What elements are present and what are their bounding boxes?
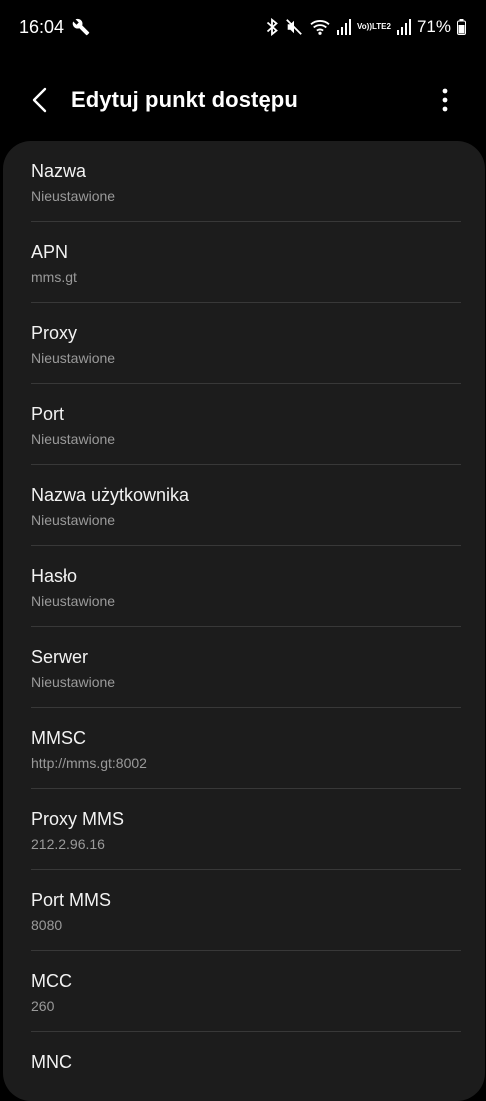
field-label: MCC bbox=[31, 971, 72, 991]
field-mms-proxy[interactable]: Proxy MMS 212.2.96.16 bbox=[3, 789, 485, 870]
field-value: Nieustawione bbox=[31, 350, 116, 366]
field-value: Nieustawione bbox=[31, 188, 116, 204]
field-label: Nazwa bbox=[31, 161, 87, 181]
field-label: Port bbox=[31, 404, 65, 424]
field-label: APN bbox=[31, 242, 69, 262]
status-time: 16:04 bbox=[19, 16, 65, 37]
settings-card: Nazwa Nieustawione APN mms.gt Proxy Nieu… bbox=[3, 141, 485, 1101]
more-options-button[interactable] bbox=[428, 84, 462, 120]
field-mcc[interactable]: MCC 260 bbox=[3, 951, 485, 1032]
field-value: 8080 bbox=[31, 917, 63, 933]
field-mmsc[interactable]: MMSC http://mms.gt:8002 bbox=[3, 708, 485, 789]
page-title: Edytuj punkt dostępu bbox=[71, 87, 298, 112]
field-value: Nieustawione bbox=[31, 431, 116, 447]
wifi-icon bbox=[309, 18, 331, 36]
app-bar: Edytuj punkt dostępu bbox=[0, 70, 486, 132]
field-value: Nieustawione bbox=[31, 593, 116, 609]
field-value: mms.gt bbox=[31, 269, 77, 285]
field-nazwa[interactable]: Nazwa Nieustawione bbox=[3, 141, 485, 222]
back-arrow-icon bbox=[31, 87, 49, 118]
signal-icon bbox=[337, 19, 352, 35]
field-server[interactable]: Serwer Nieustawione bbox=[3, 627, 485, 708]
field-value: Nieustawione bbox=[31, 512, 116, 528]
back-button[interactable] bbox=[22, 84, 58, 120]
field-username[interactable]: Nazwa użytkownika Nieustawione bbox=[3, 465, 485, 546]
field-password[interactable]: Hasło Nieustawione bbox=[3, 546, 485, 627]
field-label: MMSC bbox=[31, 728, 86, 748]
bluetooth-icon bbox=[265, 18, 279, 36]
mute-icon bbox=[285, 18, 303, 36]
field-label: Serwer bbox=[31, 647, 89, 667]
field-label: Proxy MMS bbox=[31, 809, 125, 829]
more-options-icon bbox=[442, 88, 448, 117]
status-bar-left: 16:04 bbox=[19, 17, 90, 38]
field-label: Proxy bbox=[31, 323, 78, 343]
signal-icon bbox=[396, 19, 411, 35]
lte-label: LTE2 bbox=[372, 22, 391, 31]
battery-percent: 71% bbox=[416, 17, 451, 36]
field-proxy[interactable]: Proxy Nieustawione bbox=[3, 303, 485, 384]
wrench-icon bbox=[72, 18, 90, 36]
status-bar: 16:04 Vo)) LTE2 71% bbox=[0, 0, 486, 54]
volte-indicator: Vo)) LTE2 bbox=[357, 23, 391, 31]
field-value: 260 bbox=[31, 998, 55, 1014]
field-value: 212.2.96.16 bbox=[31, 836, 105, 852]
field-value: Nieustawione bbox=[31, 674, 116, 690]
field-label: MNC bbox=[31, 1052, 72, 1072]
field-label: Nazwa użytkownika bbox=[31, 485, 190, 505]
battery-icon bbox=[457, 19, 466, 35]
field-mms-port[interactable]: Port MMS 8080 bbox=[3, 870, 485, 951]
field-value: http://mms.gt:8002 bbox=[31, 755, 147, 771]
field-port[interactable]: Port Nieustawione bbox=[3, 384, 485, 465]
field-label: Port MMS bbox=[31, 890, 112, 910]
volte-label: Vo)) bbox=[357, 22, 372, 31]
field-label: Hasło bbox=[31, 566, 78, 586]
field-mnc[interactable]: MNC bbox=[3, 1032, 485, 1101]
status-bar-right: Vo)) LTE2 71% bbox=[265, 17, 466, 37]
field-apn[interactable]: APN mms.gt bbox=[3, 222, 485, 303]
